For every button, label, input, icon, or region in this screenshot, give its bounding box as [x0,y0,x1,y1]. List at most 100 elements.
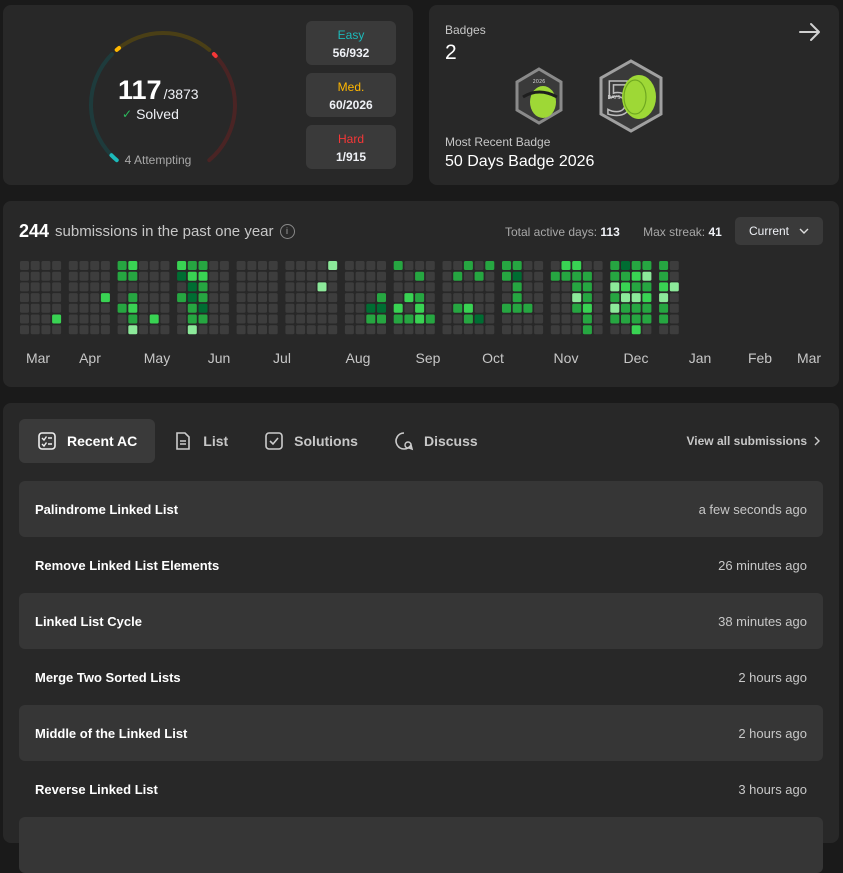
heatmap-cell [442,271,452,281]
heatmap-cell [20,314,29,324]
solved-label: ✓ Solved [122,106,179,122]
heatmap-cell [68,261,78,270]
tab-recent-ac[interactable]: Recent AC [19,419,156,463]
heatmap-cell [669,261,679,270]
heatmap-cell [209,261,219,270]
heatmap-cell [572,303,582,313]
heatmap-cell [117,325,127,335]
heatmap-cell [209,303,219,313]
heatmap-cell [187,314,197,324]
heatmap-cell [68,271,78,281]
heatmap-cell [198,314,208,324]
heatmap-cell [512,325,522,335]
heatmap-cell [593,314,603,324]
heatmap-cell [582,271,592,281]
heatmap-cell [355,325,365,335]
heatmap-cell [453,314,463,324]
heatmap-cell [485,325,495,335]
checklist-icon [38,432,56,450]
arrow-right-icon[interactable] [797,19,823,45]
tab-discuss[interactable]: Discuss [376,419,496,463]
heatmap-cell [631,271,641,281]
heatmap-cell [79,282,89,292]
heatmap-cell [160,293,170,303]
heatmap-cell [463,271,473,281]
heatmap-cell [128,261,138,270]
heatmap-cell [187,293,197,303]
heatmap-cell [236,282,246,292]
heatmap-cell [285,325,295,335]
view-all-submissions-link[interactable]: View all submissions [687,434,822,448]
medium-stat[interactable]: Med. 60/2026 [306,73,396,117]
heatmap-cell [79,325,89,335]
heatmap-cell [572,293,582,303]
heatmap-cell [285,271,295,281]
heatmap-cell [366,282,376,292]
heatmap-cell [236,325,246,335]
heatmap-cell [474,293,484,303]
heatmap-cell [377,293,386,303]
heatmap-cell [306,261,316,270]
heatmap-cell [642,303,652,313]
heatmap-cell [100,261,110,270]
heatmap-month-12 [659,261,679,335]
heatmap-cell [90,314,100,324]
heatmap-cell [68,325,78,335]
heatmap-cell [425,293,435,303]
easy-stat[interactable]: Easy 56/932 [306,21,396,65]
heatmap-cell [285,282,295,292]
heatmap-cell [453,303,463,313]
heatmap-cell [485,282,495,292]
list-item[interactable]: Linked List Cycle 38 minutes ago [19,593,823,649]
heatmap-cell [52,303,62,313]
heatmap-cell [550,261,560,270]
heatmap-cell [219,293,229,303]
heatmap-cell [219,314,229,324]
tab-solutions[interactable]: Solutions [246,419,376,463]
heatmap-cell [659,303,669,313]
heatmap-cell [52,282,62,292]
heatmap-cell [268,271,278,281]
heatmap-cell [415,261,425,270]
heatmap-cell [30,282,40,292]
heatmap-cell [669,303,679,313]
month-label: Aug [346,350,371,366]
heatmap-cell [52,271,62,281]
solved-count: 117/3873 [118,75,199,105]
list-item[interactable]: Merge Two Sorted Lists 2 hours ago [19,649,823,705]
tab-list[interactable]: List [155,419,246,463]
heatmap-month-4 [236,261,278,335]
heatmap-cell [474,282,484,292]
heatmap-cell [485,271,495,281]
easy-value: 56/932 [332,46,370,60]
heatmap-cell [502,314,511,324]
view-all-label: View all submissions [686,434,808,448]
submission-time: 2 hours ago [738,725,807,741]
hard-stat[interactable]: Hard 1/915 [306,125,396,169]
badge-2026-icon[interactable]: 2026 [513,67,565,125]
checkbox-icon [265,432,283,450]
month-label: Dec [624,350,649,366]
heatmap-cell [344,314,354,324]
heatmap-month-11 [610,261,652,335]
recent-submissions-card: Recent AC List Solutions Discuss View al… [3,403,839,873]
heatmap-cell [404,314,414,324]
heatmap-cell [621,271,630,281]
heatmap-cell [659,293,669,303]
badge-50-days-icon[interactable]: 5 DAYS [597,59,665,133]
list-item[interactable]: Middle of the Linked List 2 hours ago [19,705,823,761]
heatmap-cell [149,325,159,335]
chevron-right-icon [814,436,820,446]
heatmap-cell [425,303,435,313]
list-item[interactable]: Palindrome Linked List a few seconds ago [19,481,823,537]
list-item[interactable]: Reverse Linked List 3 hours ago [19,761,823,817]
heatmap-cell [149,293,159,303]
heatmap-cell [328,303,338,313]
heatmap-cell [377,282,386,292]
heatmap-month-1 [68,261,110,335]
heatmap-cell [582,303,592,313]
heatmap-cell [52,261,62,270]
heatmap-cell [306,293,316,303]
list-item[interactable]: Remove Linked List Elements 26 minutes ag… [19,537,823,593]
heatmap-cell [41,325,51,335]
